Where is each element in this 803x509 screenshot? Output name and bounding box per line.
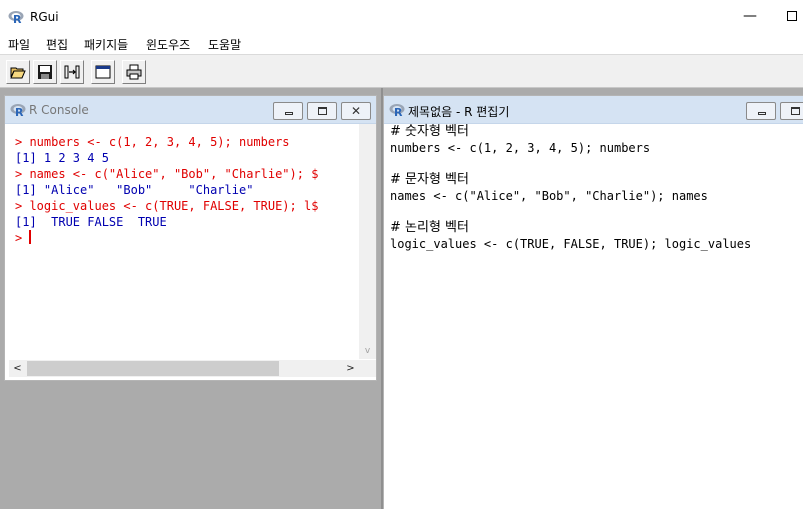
console-horizontal-scrollbar[interactable]: < >	[9, 360, 359, 377]
editor-caption-bar[interactable]: R 제목없음 - R 편집기	[384, 96, 803, 124]
svg-text:R: R	[394, 106, 403, 117]
code-comment: # 숫자형 벡터	[390, 124, 469, 139]
print-button[interactable]	[122, 60, 146, 84]
console-line: [1] TRUE FALSE TRUE	[15, 215, 167, 229]
menu-bar: 파일 편집 패키지들 윈도우즈 도움말	[0, 34, 803, 54]
console-line: [1] "Alice" "Bob" "Charlie"	[15, 183, 254, 197]
menu-windows[interactable]: 윈도우즈	[146, 36, 190, 53]
console-output-area[interactable]: > numbers <- c(1, 2, 3, 4, 5); numbers […	[9, 124, 359, 359]
scrollbar-thumb[interactable]	[27, 361, 279, 376]
console-window-icon	[95, 65, 111, 79]
console-window-button[interactable]	[91, 60, 115, 84]
open-folder-icon	[10, 67, 26, 79]
code-line: logic_values <- c(TRUE, FALSE, TRUE); lo…	[390, 237, 752, 251]
maximize-button[interactable]	[782, 4, 803, 28]
maximize-icon	[787, 11, 797, 21]
toolbar	[0, 54, 803, 88]
save-button[interactable]	[33, 60, 57, 84]
scroll-down-arrow-icon[interactable]: v	[359, 343, 376, 359]
code-comment: # 논리형 벡터	[390, 220, 469, 235]
svg-text:R: R	[15, 106, 24, 117]
minimize-icon	[285, 112, 293, 115]
console-caption-bar[interactable]: R R Console ✕	[5, 96, 376, 124]
code-comment: # 문자형 벡터	[390, 172, 469, 187]
r-logo-icon: R	[389, 104, 405, 117]
r-console-window[interactable]: R R Console ✕ > numbers <- c(1, 2, 3, 4,…	[4, 95, 377, 381]
editor-title: 제목없음 - R 편집기	[408, 105, 510, 119]
scroll-right-arrow-icon[interactable]: >	[342, 360, 359, 377]
console-vertical-scrollbar[interactable]: v	[359, 124, 376, 359]
save-icon	[38, 65, 52, 79]
code-line: numbers <- c(1, 2, 3, 4, 5); numbers	[390, 141, 651, 155]
console-line: > logic_values <- c(TRUE, FALSE, TRUE); …	[15, 199, 319, 213]
minimize-icon	[758, 112, 766, 115]
open-script-button[interactable]	[6, 60, 30, 84]
r-logo-icon: R	[8, 11, 24, 24]
console-minimize-button[interactable]	[273, 102, 303, 120]
console-title: R Console	[29, 103, 89, 117]
menu-help[interactable]: 도움말	[208, 36, 241, 53]
console-line: [1] 1 2 3 4 5	[15, 151, 109, 165]
r-editor-window[interactable]: R 제목없음 - R 편집기 # 숫자형 벡터 numbers <- c(1, …	[383, 95, 803, 509]
console-line: > numbers <- c(1, 2, 3, 4, 5); numbers	[15, 135, 290, 149]
close-icon: ✕	[350, 104, 362, 118]
editor-text-area[interactable]: # 숫자형 벡터 numbers <- c(1, 2, 3, 4, 5); nu…	[390, 124, 803, 509]
print-icon	[126, 64, 142, 80]
console-close-button[interactable]: ✕	[341, 102, 371, 120]
svg-text:R: R	[13, 13, 22, 24]
console-prompt: >	[15, 231, 30, 245]
load-workspace-button[interactable]	[60, 60, 84, 84]
code-line: names <- c("Alice", "Bob", "Charlie"); n…	[390, 189, 708, 203]
menu-packages[interactable]: 패키지들	[84, 36, 128, 53]
main-title-bar: R RGui —	[0, 0, 803, 34]
scroll-left-arrow-icon[interactable]: <	[9, 360, 26, 377]
console-line: > names <- c("Alice", "Bob", "Charlie");…	[15, 167, 319, 181]
r-logo-icon: R	[10, 104, 26, 117]
resize-grip-icon[interactable]	[359, 360, 376, 377]
menu-edit[interactable]: 편집	[46, 36, 68, 53]
editor-maximize-button[interactable]	[780, 102, 803, 120]
app-title: RGui	[30, 10, 59, 24]
maximize-icon	[791, 107, 800, 115]
console-maximize-button[interactable]	[307, 102, 337, 120]
menu-file[interactable]: 파일	[8, 36, 30, 53]
load-workspace-icon	[64, 65, 80, 79]
text-cursor	[29, 230, 32, 244]
console-prompt-line[interactable]: >	[15, 230, 359, 246]
editor-minimize-button[interactable]	[746, 102, 776, 120]
maximize-icon	[318, 107, 327, 115]
minimize-button[interactable]: —	[738, 4, 762, 28]
